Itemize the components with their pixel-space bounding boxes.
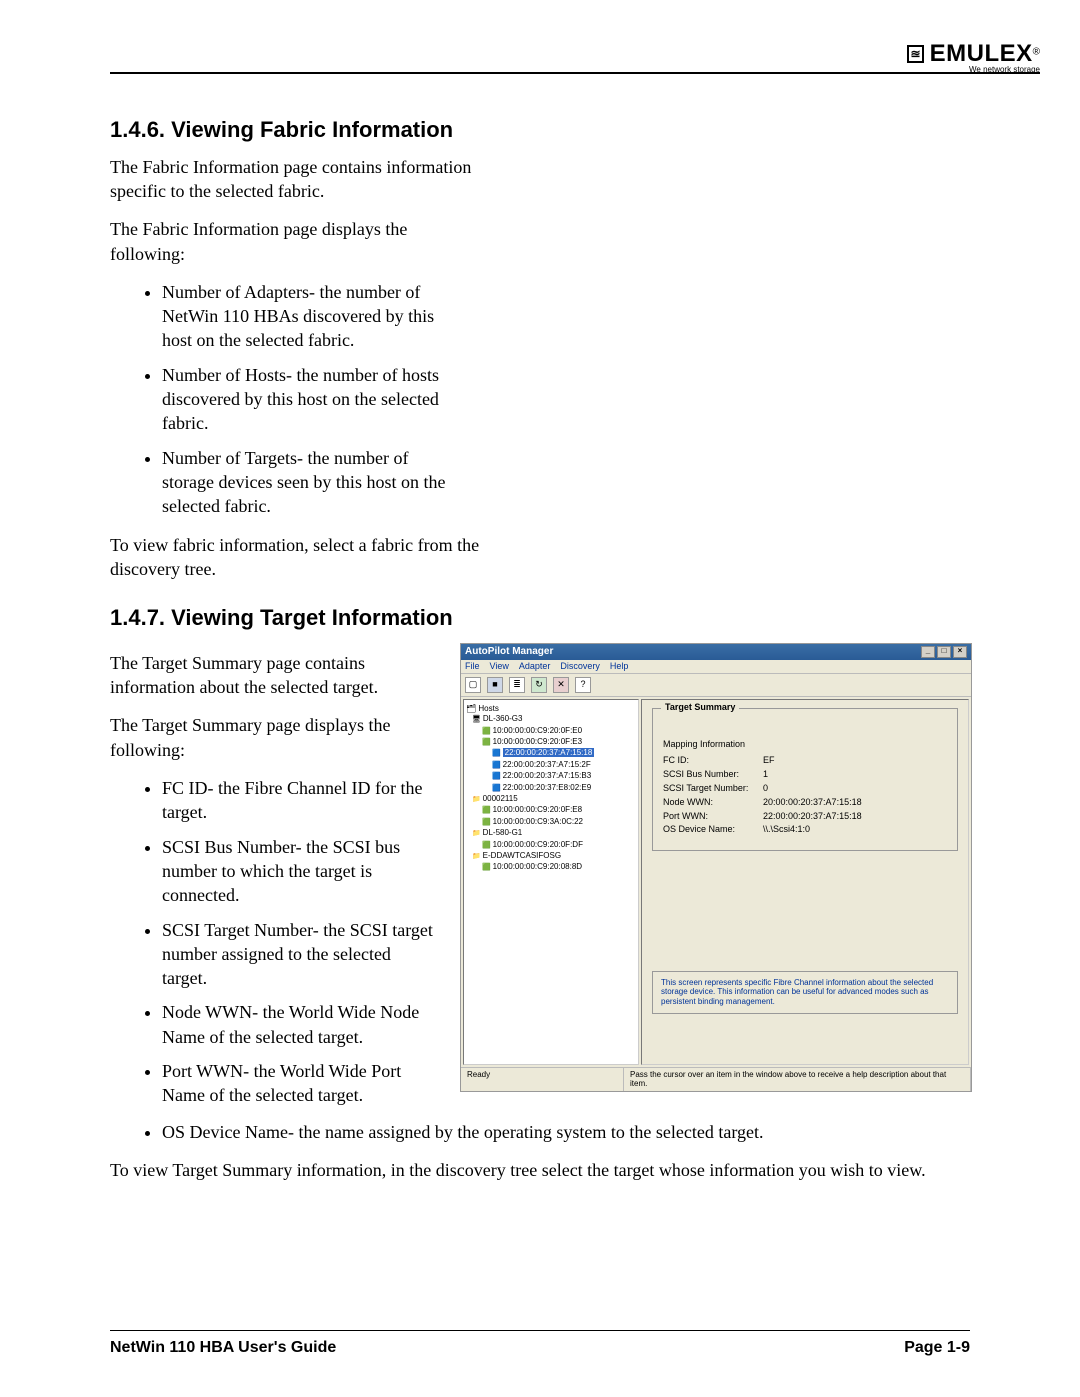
toolbar-icon[interactable]: ■ [487,677,503,693]
kv-row: FC ID:EF [663,755,947,766]
toolbar-icon[interactable]: ≣ [509,677,525,693]
menu-adapter[interactable]: Adapter [519,661,551,672]
mapping-heading: Mapping Information [663,739,947,750]
tree-node[interactable]: 10:00:00:00:C9:3A:0C:22 [482,817,636,827]
app-title: AutoPilot Manager [465,646,553,658]
app-menubar: File View Adapter Discovery Help [461,660,971,674]
kv-value: 0 [763,783,768,794]
list-item: Number of Targets- the number of storage… [162,446,452,519]
page-footer: NetWin 110 HBA User's Guide Page 1-9 [110,1330,970,1357]
kv-value: 20:00:00:20:37:A7:15:18 [763,797,862,808]
list-item: Port WWN- the World Wide Port Name of th… [162,1059,440,1108]
discovery-tree[interactable]: 🗂 Hosts DL-360-G3 10:00:00:00:C9:20:0F:E0… [463,699,639,1065]
brand-mark: ≊ [907,45,924,63]
list-item: SCSI Target Number- the SCSI target numb… [162,918,440,991]
help-icon[interactable]: ? [575,677,591,693]
app-toolbar: ▢ ■ ≣ ↻ ✕ ? [461,674,971,697]
kv-value: \\.\Scsi4:1:0 [763,824,810,835]
maximize-button[interactable]: □ [937,646,951,658]
menu-help[interactable]: Help [610,661,629,672]
tree-node[interactable]: 22:00:00:20:37:A7:15:B3 [492,771,636,781]
kv-row: SCSI Bus Number:1 [663,769,947,780]
kv-key: Node WWN: [663,797,763,808]
kv-key: SCSI Target Number: [663,783,763,794]
para-147-displays: The Target Summary page displays the fol… [110,713,440,762]
close-button[interactable]: × [953,646,967,658]
tree-root[interactable]: 🗂 Hosts [466,704,636,714]
tree-node[interactable]: 10:00:00:00:C9:20:0F:DF [482,840,636,850]
kv-value: 22:00:00:20:37:A7:15:18 [763,811,862,822]
tree-node[interactable]: 22:00:00:20:37:A7:15:2F [492,760,636,770]
list-item: FC ID- the Fibre Channel ID for the targ… [162,776,440,825]
status-bar: Ready Pass the cursor over an item in th… [461,1067,971,1091]
para-146-displays: The Fabric Information page displays the… [110,217,480,266]
brand-logo: ≊ EMULEX® We network storage [907,40,1040,74]
toolbar-icon[interactable]: ▢ [465,677,481,693]
para-147-howto: To view Target Summary information, in t… [110,1158,970,1182]
para-147-intro: The Target Summary page contains informa… [110,651,440,700]
kv-value: EF [763,755,775,766]
heading-146: 1.4.6. Viewing Fabric Information [110,115,970,145]
kv-row: SCSI Target Number:0 [663,783,947,794]
kv-row: OS Device Name:\\.\Scsi4:1:0 [663,824,947,835]
heading-147: 1.4.7. Viewing Target Information [110,603,970,633]
list-item: OS Device Name- the name assigned by the… [162,1120,962,1144]
tree-node[interactable]: 10:00:00:00:C9:20:0F:E0 [482,726,636,736]
list-item: Node WWN- the World Wide Node Name of th… [162,1000,440,1049]
minimize-button[interactable]: _ [921,646,935,658]
tree-node[interactable]: E-DDAWTCASIFOSG [472,851,636,861]
toolbar-icon[interactable]: ✕ [553,677,569,693]
help-text: This screen represents specific Fibre Ch… [652,971,958,1014]
tree-node[interactable]: 22:00:00:20:37:A7:15:18 [492,748,636,758]
footer-title: NetWin 110 HBA User's Guide [110,1339,336,1357]
kv-key: FC ID: [663,755,763,766]
detail-panel: Target Summary Mapping Information FC ID… [641,699,969,1065]
app-titlebar: AutoPilot Manager _ □ × [461,644,971,660]
kv-key: OS Device Name: [663,824,763,835]
tree-node[interactable]: 00002115 [472,794,636,804]
kv-key: SCSI Bus Number: [663,769,763,780]
tree-node[interactable]: 22:00:00:20:37:E8:02:E9 [492,783,636,793]
panel-title: Target Summary [661,702,739,713]
brand-registered: ® [1033,47,1040,58]
footer-page: Page 1-9 [904,1339,970,1357]
toolbar-icon[interactable]: ↻ [531,677,547,693]
list-146: Number of Adapters- the number of NetWin… [162,280,970,519]
para-146-howto: To view fabric information, select a fab… [110,533,480,582]
menu-discovery[interactable]: Discovery [560,661,600,672]
tree-node[interactable]: 10:00:00:00:C9:20:08:8D [482,862,636,872]
tree-node[interactable]: DL-360-G3 [472,714,636,724]
status-hint: Pass the cursor over an item in the wind… [624,1068,971,1091]
tree-node[interactable]: 10:00:00:00:C9:20:0F:E3 [482,737,636,747]
kv-key: Port WWN: [663,811,763,822]
list-item: Number of Hosts- the number of hosts dis… [162,363,452,436]
kv-row: Port WWN:22:00:00:20:37:A7:15:18 [663,811,947,822]
kv-row: Node WWN:20:00:00:20:37:A7:15:18 [663,797,947,808]
list-item: SCSI Bus Number- the SCSI bus number to … [162,835,440,908]
menu-view[interactable]: View [490,661,509,672]
brand-name: EMULEX [930,40,1033,67]
tree-node[interactable]: DL-580-G1 [472,828,636,838]
list-147: FC ID- the Fibre Channel ID for the targ… [162,776,440,1108]
header-rule [110,72,1040,74]
app-window: AutoPilot Manager _ □ × File View Adapte… [460,643,972,1092]
para-146-intro: The Fabric Information page contains inf… [110,155,480,204]
status-ready: Ready [461,1068,624,1091]
list-item: Number of Adapters- the number of NetWin… [162,280,452,353]
kv-value: 1 [763,769,768,780]
tree-node[interactable]: 10:00:00:00:C9:20:0F:E8 [482,805,636,815]
menu-file[interactable]: File [465,661,480,672]
